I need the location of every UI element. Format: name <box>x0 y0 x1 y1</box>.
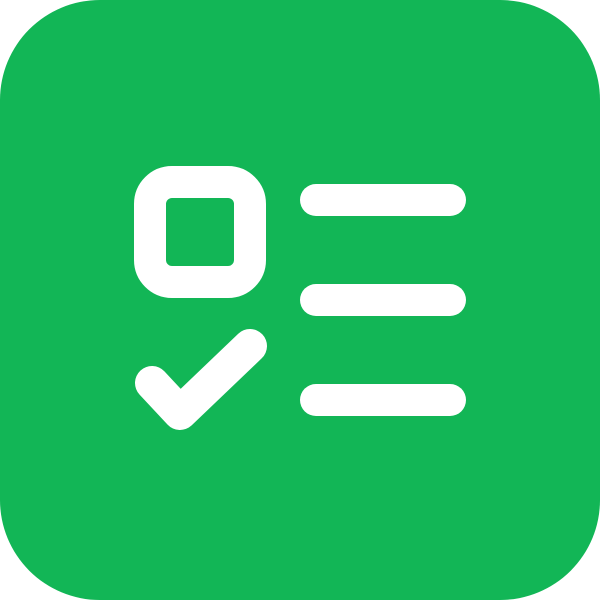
checklist-app-icon[interactable] <box>0 0 600 600</box>
checklist-icon <box>0 0 600 600</box>
